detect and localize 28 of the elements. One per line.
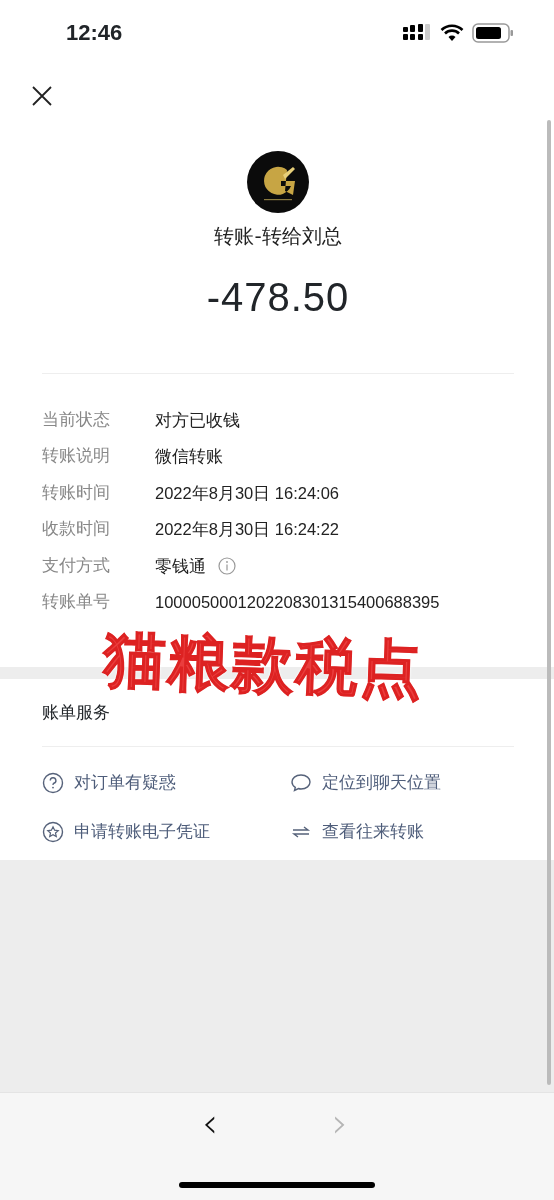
detail-value: 零钱通: [155, 555, 206, 577]
detail-value: 微信转账: [155, 446, 223, 468]
amount: -478.50: [205, 274, 351, 321]
detail-value: 对方已收钱: [155, 409, 240, 431]
section-title: 账单服务: [42, 702, 111, 724]
service-link[interactable]: 查看往来转账: [290, 819, 514, 845]
detail-value: 1000050001202208301315400688395: [155, 592, 440, 614]
chat-bubble-icon: [290, 772, 312, 795]
service-link[interactable]: 定位到聊天位置: [290, 770, 514, 796]
transfer-title: 转账-转给刘总: [213, 223, 343, 250]
close-icon: [32, 85, 52, 106]
wifi-icon: [440, 23, 464, 42]
detail-label: 当前状态: [42, 408, 111, 431]
detail-label: 转账说明: [42, 445, 111, 468]
detail-value: 2022年8月30日 16:24:22: [155, 519, 340, 541]
back-button[interactable]: ‹: [196, 1103, 224, 1143]
detail-label: 转账单号: [42, 591, 111, 614]
detail-label: 支付方式: [42, 554, 111, 577]
battery-icon: [472, 22, 514, 43]
question-icon: [42, 772, 64, 795]
detail-value: 2022年8月30日 16:24:06: [155, 482, 340, 504]
detail-label: 收款时间: [42, 518, 111, 541]
logo-icon: [247, 151, 309, 213]
signal-icon: [402, 23, 432, 42]
service-link[interactable]: 申请转账电子凭证: [42, 819, 290, 845]
detail-label: 转账时间: [42, 481, 111, 504]
status-time: 12:46: [66, 19, 123, 47]
service-link[interactable]: 对订单有疑惑: [42, 770, 290, 796]
